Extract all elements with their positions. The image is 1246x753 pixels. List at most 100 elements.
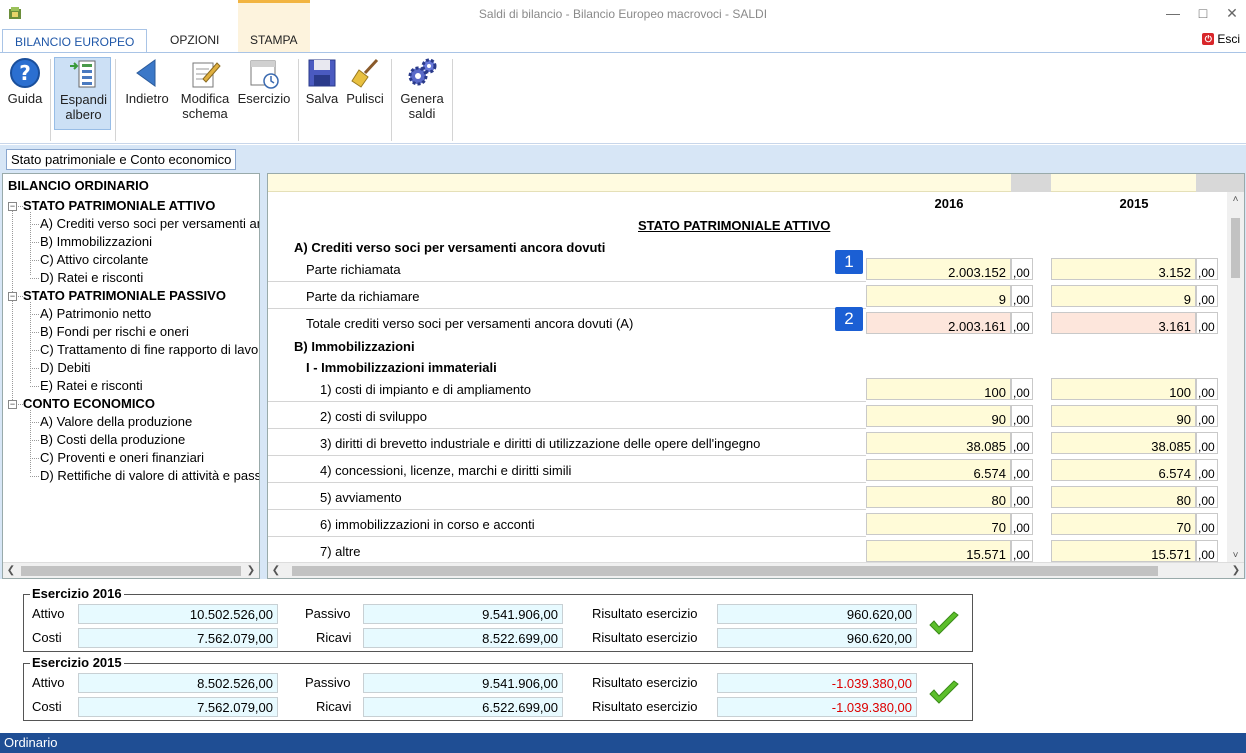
value-2016[interactable]: 9 xyxy=(866,285,1011,307)
decimals-2015[interactable]: ,00 xyxy=(1196,486,1218,508)
tree-item[interactable]: D) Debiti xyxy=(40,360,91,375)
decimals-2015[interactable]: ,00 xyxy=(1196,378,1218,400)
ribbon-toolbar: ? Guida Espandi albero Indietro Modifica… xyxy=(0,52,1246,144)
splitter-handle[interactable] xyxy=(260,173,266,579)
decimals-2015[interactable]: ,00 xyxy=(1196,459,1218,481)
attivo-value: 8.502.526,00 xyxy=(78,673,278,693)
decimals-2015[interactable]: ,00 xyxy=(1196,285,1218,307)
close-button[interactable]: ✕ xyxy=(1222,4,1242,22)
expander-icon[interactable]: − xyxy=(8,400,17,409)
save-icon xyxy=(308,59,336,87)
indietro-button[interactable]: Indietro xyxy=(120,57,174,106)
espandi-label: Espandi albero xyxy=(60,92,107,122)
guida-button[interactable]: ? Guida xyxy=(4,57,46,106)
gears-icon xyxy=(408,58,437,86)
esci-button[interactable]: ⏻ Esci xyxy=(1202,32,1240,46)
ricavi-value: 6.522.699,00 xyxy=(363,697,563,717)
decimals-2016[interactable]: ,00 xyxy=(1011,378,1033,400)
minimize-button[interactable]: — xyxy=(1163,4,1183,22)
tree-item[interactable]: C) Proventi e oneri finanziari xyxy=(40,450,204,465)
tab-stampa[interactable]: STAMPA xyxy=(238,0,310,52)
tree-item[interactable]: E) Ratei e risconti xyxy=(40,378,143,393)
scroll-left-icon[interactable]: ❮ xyxy=(3,563,19,578)
tree-section[interactable]: STATO PATRIMONIALE PASSIVO xyxy=(23,288,226,303)
value-2015[interactable]: 3.152 xyxy=(1051,258,1196,280)
costi-label: Costi xyxy=(32,630,62,645)
value-2015[interactable]: 15.571 xyxy=(1051,540,1196,562)
decimals-2016[interactable]: ,00 xyxy=(1011,258,1033,280)
row-label: 4) concessioni, licenze, marchi e diritt… xyxy=(320,463,572,478)
tree-item[interactable]: B) Fondi per rischi e oneri xyxy=(40,324,189,339)
tree-item[interactable]: A) Patrimonio netto xyxy=(40,306,151,321)
scroll-right-icon[interactable]: ❯ xyxy=(1228,563,1244,578)
tree-horizontal-scrollbar[interactable]: ❮ ❯ xyxy=(3,562,259,578)
value-2015[interactable]: 80 xyxy=(1051,486,1196,508)
broom-icon xyxy=(351,58,379,88)
decimals-2015[interactable]: ,00 xyxy=(1196,258,1218,280)
tree-section[interactable]: STATO PATRIMONIALE ATTIVO xyxy=(23,198,215,213)
value-2016[interactable]: 15.571 xyxy=(866,540,1011,562)
grid-horizontal-scrollbar[interactable]: ❮ ❯ xyxy=(268,562,1244,578)
ricavi-value: 8.522.699,00 xyxy=(363,628,563,648)
attivo-value: 10.502.526,00 xyxy=(78,604,278,624)
risultato-label: Risultato esercizio xyxy=(592,699,698,714)
value-2016[interactable]: 2.003.152 xyxy=(866,258,1011,280)
genera-saldi-button[interactable]: Genera saldi xyxy=(396,57,448,121)
salva-button[interactable]: Salva xyxy=(303,57,341,106)
decimals-2015[interactable]: ,00 xyxy=(1196,432,1218,454)
tree-item[interactable]: D) Rettifiche di valore di attività e pa… xyxy=(40,468,259,483)
value-2016[interactable]: 100 xyxy=(866,378,1011,400)
row-label: 6) immobilizzazioni in corso e acconti xyxy=(320,517,535,532)
esercizio-button[interactable]: Esercizio xyxy=(235,57,293,106)
expander-icon[interactable]: − xyxy=(8,292,17,301)
pulisci-button[interactable]: Pulisci xyxy=(344,57,386,106)
tab-opzioni[interactable]: OPZIONI xyxy=(158,28,231,52)
value-2015[interactable]: 9 xyxy=(1051,285,1196,307)
decimals-2016[interactable]: ,00 xyxy=(1011,432,1033,454)
scroll-up-icon[interactable]: ˄ xyxy=(1227,192,1244,208)
balance-grid: 2016 2015 STATO PATRIMONIALE ATTIVO A) C… xyxy=(267,173,1245,579)
tree-item[interactable]: A) Valore della produzione xyxy=(40,414,192,429)
group-title: Esercizio 2016 xyxy=(30,586,124,601)
value-2016[interactable]: 80 xyxy=(866,486,1011,508)
value-2016[interactable]: 6.574 xyxy=(866,459,1011,481)
value-2016[interactable]: 38.085 xyxy=(866,432,1011,454)
tree-item[interactable]: D) Ratei e risconti xyxy=(40,270,143,285)
grid-vertical-scrollbar[interactable]: ˄ ˅ xyxy=(1227,192,1244,564)
tab-bilancio-europeo[interactable]: BILANCIO EUROPEO xyxy=(2,29,148,53)
decimals-2016[interactable]: ,00 xyxy=(1011,513,1033,535)
value-2015[interactable]: 6.574 xyxy=(1051,459,1196,481)
tree-item[interactable]: B) Immobilizzazioni xyxy=(40,234,152,249)
decimals-2015: ,00 xyxy=(1196,312,1218,334)
value-2015[interactable]: 38.085 xyxy=(1051,432,1196,454)
value-2016[interactable]: 70 xyxy=(866,513,1011,535)
tree-item[interactable]: B) Costi della produzione xyxy=(40,432,185,447)
scroll-left-icon[interactable]: ❮ xyxy=(268,563,284,578)
tree-item[interactable]: A) Crediti verso soci per versamenti anc… xyxy=(40,216,259,231)
value-2015[interactable]: 100 xyxy=(1051,378,1196,400)
value-2016[interactable]: 90 xyxy=(866,405,1011,427)
tree-item[interactable]: C) Attivo circolante xyxy=(40,252,148,267)
attivo-label: Attivo xyxy=(32,675,65,690)
tree-item[interactable]: C) Trattamento di fine rapporto di lavor… xyxy=(40,342,259,357)
decimals-2016[interactable]: ,00 xyxy=(1011,540,1033,562)
ricavi-label: Ricavi xyxy=(316,630,352,645)
tree-section[interactable]: CONTO ECONOMICO xyxy=(23,396,155,411)
scroll-right-icon[interactable]: ❯ xyxy=(243,563,259,578)
value-2015[interactable]: 90 xyxy=(1051,405,1196,427)
decimals-2016[interactable]: ,00 xyxy=(1011,405,1033,427)
decimals-2015[interactable]: ,00 xyxy=(1196,540,1218,562)
decimals-2015[interactable]: ,00 xyxy=(1196,513,1218,535)
value-2015[interactable]: 70 xyxy=(1051,513,1196,535)
espandi-albero-button[interactable]: Espandi albero xyxy=(54,57,111,130)
tree-root[interactable]: BILANCIO ORDINARIO xyxy=(8,178,149,193)
modifica-schema-button[interactable]: Modifica schema xyxy=(177,57,233,121)
checkmark-icon xyxy=(929,611,959,635)
decimals-2016[interactable]: ,00 xyxy=(1011,459,1033,481)
doc-tab[interactable]: Stato patrimoniale e Conto economico xyxy=(6,149,237,170)
expander-icon[interactable]: − xyxy=(8,202,17,211)
decimals-2016[interactable]: ,00 xyxy=(1011,285,1033,307)
maximize-button[interactable]: □ xyxy=(1193,4,1213,22)
decimals-2015[interactable]: ,00 xyxy=(1196,405,1218,427)
decimals-2016[interactable]: ,00 xyxy=(1011,486,1033,508)
